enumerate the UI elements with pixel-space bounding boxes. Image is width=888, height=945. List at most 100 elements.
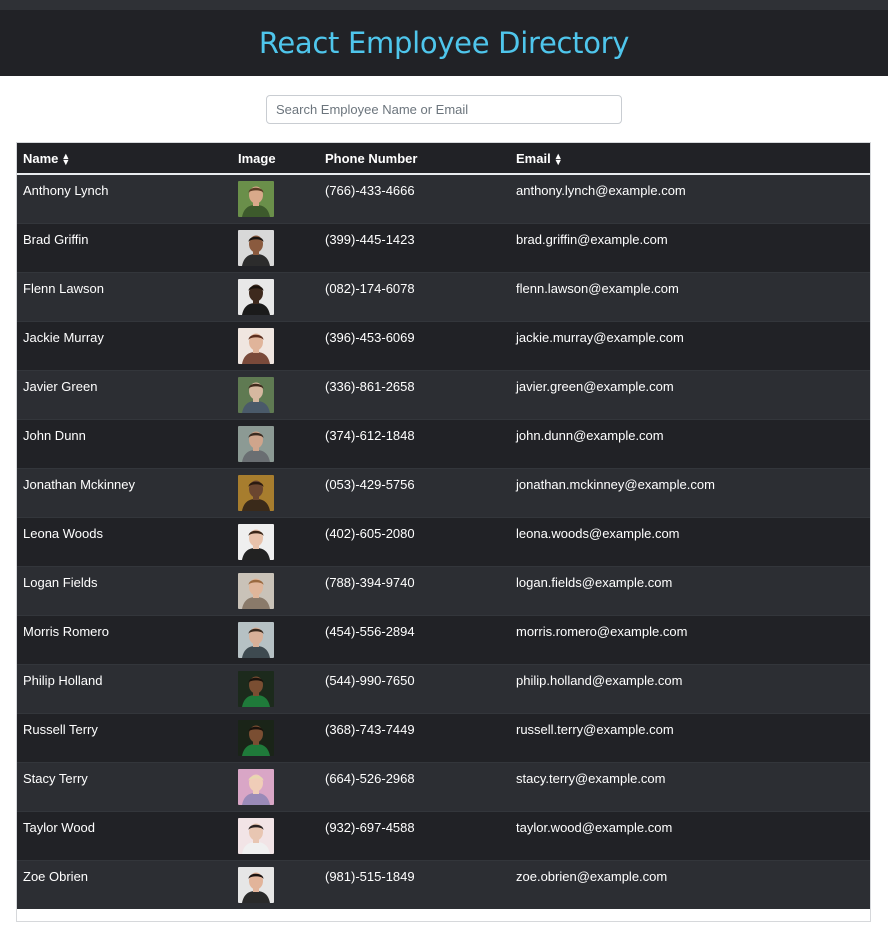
- table-row: Taylor Wood (932)-697-4588 taylor.wood@ex…: [17, 811, 870, 861]
- employee-name-cell: Javier Green: [17, 370, 232, 420]
- employee-image-cell: [232, 713, 319, 763]
- employee-email-cell: john.dunn@example.com: [510, 419, 870, 469]
- employee-phone: (368)-743-7449: [325, 722, 415, 737]
- employee-email-cell: russell.terry@example.com: [510, 713, 870, 763]
- table-row: Jackie Murray (396)-453-6069 jackie.murra…: [17, 321, 870, 371]
- column-header-name-label: Name: [23, 150, 59, 166]
- table-row: Javier Green (336)-861-2658 javier.green@…: [17, 370, 870, 420]
- employee-phone-cell: (396)-453-6069: [319, 321, 510, 371]
- employee-name-cell: Jackie Murray: [17, 321, 232, 371]
- sort-icon[interactable]: ▲ ▼: [554, 152, 563, 167]
- sort-icon[interactable]: ▲ ▼: [61, 152, 70, 167]
- employee-phone-cell: (374)-612-1848: [319, 419, 510, 469]
- employee-image-cell: [232, 468, 319, 518]
- table-row: Anthony Lynch (766)-433-4666 anthony.lync…: [17, 173, 870, 224]
- table-row: Zoe Obrien (981)-515-1849 zoe.obrien@exam…: [17, 860, 870, 909]
- table-row: Philip Holland (544)-990-7650 philip.holl…: [17, 664, 870, 714]
- employee-name: Leona Woods: [23, 526, 103, 541]
- table-body: Anthony Lynch (766)-433-4666 anthony.lync…: [17, 173, 870, 909]
- employee-name-cell: Brad Griffin: [17, 223, 232, 273]
- employee-image-cell: [232, 321, 319, 371]
- employee-email-cell: taylor.wood@example.com: [510, 811, 870, 861]
- employee-phone: (981)-515-1849: [325, 869, 415, 884]
- employee-avatar: [238, 671, 274, 707]
- column-header-image-label: Image: [238, 150, 276, 166]
- employee-email-cell: morris.romero@example.com: [510, 615, 870, 665]
- employee-phone-cell: (082)-174-6078: [319, 272, 510, 322]
- employee-avatar: [238, 230, 274, 266]
- employee-name: Russell Terry: [23, 722, 98, 737]
- employee-email: anthony.lynch@example.com: [516, 183, 686, 198]
- employee-phone: (402)-605-2080: [325, 526, 415, 541]
- employee-table: Name ▲ ▼ Image Phone Number Email ▲ ▼ Anthon…: [17, 143, 870, 909]
- employee-name-cell: Taylor Wood: [17, 811, 232, 861]
- employee-image-cell: [232, 566, 319, 616]
- search-bar: [0, 76, 888, 142]
- employee-email-cell: flenn.lawson@example.com: [510, 272, 870, 322]
- employee-name-cell: Flenn Lawson: [17, 272, 232, 322]
- employee-email: brad.griffin@example.com: [516, 232, 668, 247]
- employee-email: jonathan.mckinney@example.com: [516, 477, 715, 492]
- employee-name: Taylor Wood: [23, 820, 96, 835]
- employee-name-cell: Stacy Terry: [17, 762, 232, 812]
- employee-name: Stacy Terry: [23, 771, 88, 786]
- employee-image-cell: [232, 370, 319, 420]
- employee-avatar: [238, 279, 274, 315]
- employee-name-cell: Anthony Lynch: [17, 173, 232, 224]
- employee-phone-cell: (402)-605-2080: [319, 517, 510, 567]
- employee-phone: (454)-556-2894: [325, 624, 415, 639]
- employee-email-cell: leona.woods@example.com: [510, 517, 870, 567]
- search-input[interactable]: [266, 95, 622, 124]
- header-row: Name ▲ ▼ Image Phone Number Email ▲ ▼: [17, 143, 870, 175]
- employee-image-cell: [232, 860, 319, 909]
- column-header-phone-label: Phone Number: [325, 150, 418, 166]
- employee-phone: (082)-174-6078: [325, 281, 415, 296]
- page-title: React Employee Directory: [258, 26, 630, 60]
- column-header-name[interactable]: Name ▲ ▼: [17, 143, 232, 175]
- employee-name: Anthony Lynch: [23, 183, 109, 198]
- column-header-email-label: Email: [516, 150, 551, 166]
- employee-name-cell: Philip Holland: [17, 664, 232, 714]
- employee-avatar: [238, 769, 274, 805]
- employee-email: stacy.terry@example.com: [516, 771, 666, 786]
- table-row: Logan Fields (788)-394-9740 logan.fields@…: [17, 566, 870, 616]
- employee-name: Jonathan Mckinney: [23, 477, 136, 492]
- employee-phone-cell: (981)-515-1849: [319, 860, 510, 909]
- employee-name: Flenn Lawson: [23, 281, 104, 296]
- employee-email: leona.woods@example.com: [516, 526, 680, 541]
- employee-phone-cell: (399)-445-1423: [319, 223, 510, 273]
- employee-phone: (788)-394-9740: [325, 575, 415, 590]
- employee-image-cell: [232, 272, 319, 322]
- employee-email-cell: jonathan.mckinney@example.com: [510, 468, 870, 518]
- table-header: Name ▲ ▼ Image Phone Number Email ▲ ▼: [17, 143, 870, 175]
- employee-name: Javier Green: [23, 379, 98, 394]
- employee-name: Zoe Obrien: [23, 869, 89, 884]
- employee-image-cell: [232, 762, 319, 812]
- employee-name: Philip Holland: [23, 673, 103, 688]
- employee-avatar: [238, 426, 274, 462]
- employee-name-cell: John Dunn: [17, 419, 232, 469]
- employee-phone: (399)-445-1423: [325, 232, 415, 247]
- table-row: Morris Romero (454)-556-2894 morris.romer…: [17, 615, 870, 665]
- table-row: Jonathan Mckinney (053)-429-5756 jonathan…: [17, 468, 870, 518]
- employee-email-cell: jackie.murray@example.com: [510, 321, 870, 371]
- employee-email: flenn.lawson@example.com: [516, 281, 679, 296]
- employee-email: logan.fields@example.com: [516, 575, 673, 590]
- employee-name: Morris Romero: [23, 624, 109, 639]
- employee-email: taylor.wood@example.com: [516, 820, 673, 835]
- column-header-email[interactable]: Email ▲ ▼: [510, 143, 870, 175]
- employee-image-cell: [232, 517, 319, 567]
- employee-image-cell: [232, 419, 319, 469]
- employee-email: john.dunn@example.com: [516, 428, 664, 443]
- employee-phone: (664)-526-2968: [325, 771, 415, 786]
- employee-email-cell: anthony.lynch@example.com: [510, 173, 870, 224]
- employee-phone: (766)-433-4666: [325, 183, 415, 198]
- employee-avatar: [238, 524, 274, 560]
- employee-email-cell: stacy.terry@example.com: [510, 762, 870, 812]
- employee-name-cell: Jonathan Mckinney: [17, 468, 232, 518]
- table-row: Stacy Terry (664)-526-2968 stacy.terry@ex…: [17, 762, 870, 812]
- employee-avatar: [238, 181, 274, 217]
- employee-name: Brad Griffin: [23, 232, 89, 247]
- employee-phone-cell: (932)-697-4588: [319, 811, 510, 861]
- employee-avatar: [238, 818, 274, 854]
